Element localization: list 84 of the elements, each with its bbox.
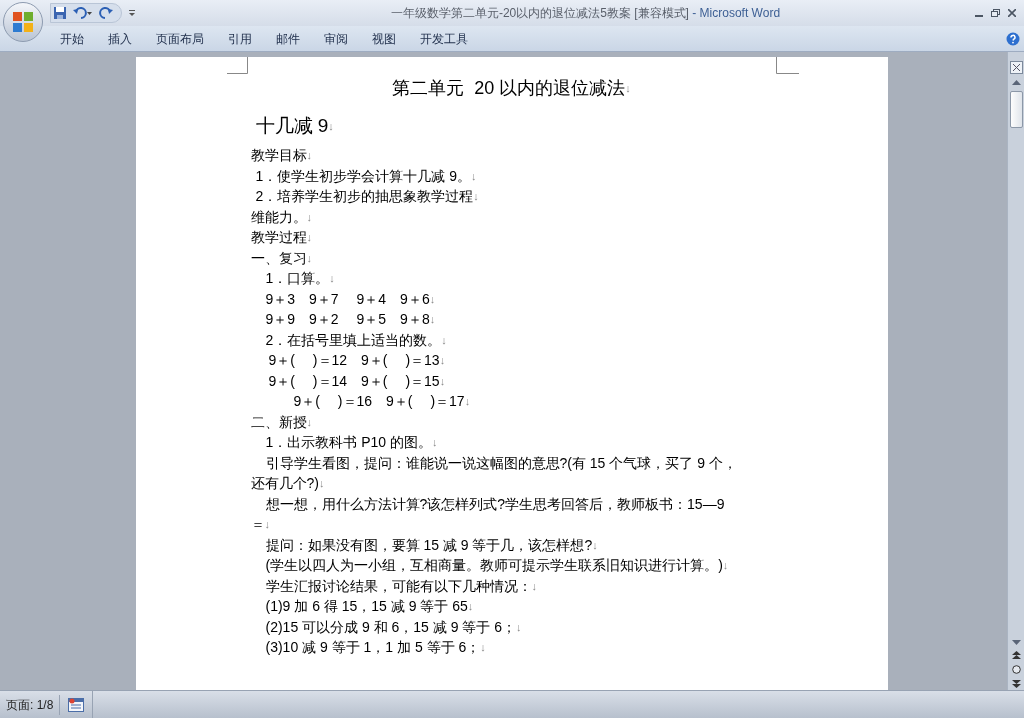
restore-icon[interactable] xyxy=(991,9,1000,17)
paragraph-mark: ↓ xyxy=(467,599,474,614)
redo-icon[interactable] xyxy=(99,6,113,20)
paragraph-text: 9＋9 9＋2 9＋5 9＋8 xyxy=(265,310,430,329)
office-button[interactable] xyxy=(3,2,43,42)
previous-page-icon[interactable] xyxy=(1011,651,1021,660)
ribbon-tab[interactable]: 视图 xyxy=(360,28,408,49)
scroll-down-icon[interactable] xyxy=(1011,640,1021,645)
paragraph-text: 1．出示教科书 P10 的图。 xyxy=(265,433,432,452)
paragraph-mark: ↓ xyxy=(722,558,729,573)
paragraph-mark: ↓ xyxy=(439,373,446,389)
paragraph-mark: ↓ xyxy=(441,332,447,348)
paragraph-text: 维能力。 xyxy=(250,207,307,227)
paragraph-text: (2)15 可以分成 9 和 6，15 减 9 等于 6； xyxy=(265,617,517,637)
margin-corner-mark xyxy=(226,57,248,74)
paragraph-text: 提问：如果没有图，要算 15 减 9 等于几，该怎样想? xyxy=(265,535,593,555)
paragraph-mark: ↓ xyxy=(592,537,598,553)
paragraph-mark: ↓ xyxy=(432,435,438,450)
paragraph-mark: ↓ xyxy=(329,271,335,286)
select-browse-object-icon[interactable] xyxy=(1011,665,1021,674)
paragraph-text: 1．口算。 xyxy=(265,269,330,288)
paragraph-mark: ↓ xyxy=(306,250,312,266)
document-title: 第二单元 20 以内的退位减法 xyxy=(392,77,626,100)
ribbon-tab[interactable]: 开始 xyxy=(48,28,96,49)
help-icon[interactable] xyxy=(1006,31,1020,46)
paragraph-mark: ↓ xyxy=(429,291,436,307)
paragraph-text: ＝ xyxy=(250,515,265,534)
section-heading: 十几减 9 xyxy=(255,114,329,138)
ribbon-tab[interactable]: 页面布局 xyxy=(144,28,216,49)
paragraph-mark: ↓ xyxy=(318,476,325,491)
scroll-thumb[interactable] xyxy=(1009,91,1023,128)
scroll-up-icon[interactable] xyxy=(1011,80,1021,85)
close-icon[interactable] xyxy=(1008,9,1016,17)
office-logo-icon xyxy=(11,10,35,34)
ribbon-tab[interactable]: 邮件 xyxy=(264,28,312,49)
paragraph-mark: ↓ xyxy=(439,353,446,368)
paragraph-text: 2．培养学生初步的抽思象教学过程 xyxy=(255,187,474,206)
ribbon-tab[interactable]: 开发工具 xyxy=(408,28,480,49)
paragraph-mark: ↓ xyxy=(625,82,631,94)
ribbon-tab[interactable]: 审阅 xyxy=(312,28,360,49)
paragraph-mark: ↓ xyxy=(306,414,312,428)
paragraph-text: 教学目标 xyxy=(250,146,307,165)
paragraph-text: 2．在括号里填上适当的数。 xyxy=(265,330,442,350)
paragraph-mark: ↓ xyxy=(264,517,270,532)
paragraph-mark: ↓ xyxy=(516,619,522,635)
app-name: Microsoft Word xyxy=(699,5,781,22)
ribbon-tab[interactable]: 插入 xyxy=(96,28,144,49)
paragraph-mark: ↓ xyxy=(531,578,537,594)
title-separator: - xyxy=(691,5,698,22)
paragraph-text: 9＋3 9＋7 9＋4 9＋6 xyxy=(265,289,430,309)
paragraph-text: 教学过程 xyxy=(250,228,307,247)
paragraph-text: 学生汇报讨论结果，可能有以下几种情况： xyxy=(265,576,532,596)
customize-dropdown-icon[interactable] xyxy=(128,9,136,17)
paragraph-text: 9＋( )＝12 9＋( )＝13 xyxy=(268,351,440,370)
paragraph-mark: ↓ xyxy=(328,120,334,134)
paragraph-text: 还有几个?) xyxy=(250,474,319,493)
margin-corner-mark xyxy=(775,57,799,74)
ruler-icon[interactable] xyxy=(1009,61,1023,74)
paragraph-text: 引导学生看图，提问：谁能说一说这幅图的意思?(有 15 个气球，买了 9 个， xyxy=(265,453,737,473)
page-count[interactable]: 页面: 1/8 xyxy=(0,694,61,715)
paragraph-text: (3)10 减 9 等于 1，1 加 5 等于 6； xyxy=(265,638,481,657)
paragraph-text: (学生以四人为一小组，互相商量。教师可提示学生联系旧知识进行计算。) xyxy=(265,556,723,575)
paragraph-text: 9＋( )＝16 9＋( )＝17 xyxy=(293,392,465,411)
next-page-icon[interactable] xyxy=(1011,679,1021,688)
paragraph-text: 1．使学生初步学会计算十几减 9。 xyxy=(255,166,471,186)
spelling-check-icon[interactable] xyxy=(68,697,85,712)
ribbon-tab[interactable]: 引用 xyxy=(216,28,264,49)
undo-icon[interactable] xyxy=(73,6,93,20)
window-title: 一年级数学第二单元-20以内的退位减法5教案 [兼容模式] xyxy=(390,5,689,22)
paragraph-mark: ↓ xyxy=(306,230,312,243)
paragraph-text: 一、复习 xyxy=(250,248,307,268)
paragraph-text: 想一想，用什么方法计算?该怎样列式?学生思考回答后，教师板书：15—9 xyxy=(265,494,725,514)
vertical-scrollbar[interactable] xyxy=(1007,52,1024,690)
paragraph-text: 二、新授 xyxy=(250,412,307,432)
paragraph-text: (1)9 加 6 得 15，15 减 9 等于 65 xyxy=(265,597,468,616)
save-icon[interactable] xyxy=(53,6,67,20)
paragraph-mark: ↓ xyxy=(429,312,436,327)
paragraph-mark: ↓ xyxy=(306,149,312,161)
paragraph-mark: ↓ xyxy=(464,394,471,409)
paragraph-mark: ↓ xyxy=(470,168,477,184)
paragraph-mark: ↓ xyxy=(306,209,312,225)
paragraph-text: 9＋( )＝14 9＋( )＝15 xyxy=(268,371,440,391)
paragraph-mark: ↓ xyxy=(473,189,479,202)
paragraph-mark: ↓ xyxy=(480,640,486,655)
